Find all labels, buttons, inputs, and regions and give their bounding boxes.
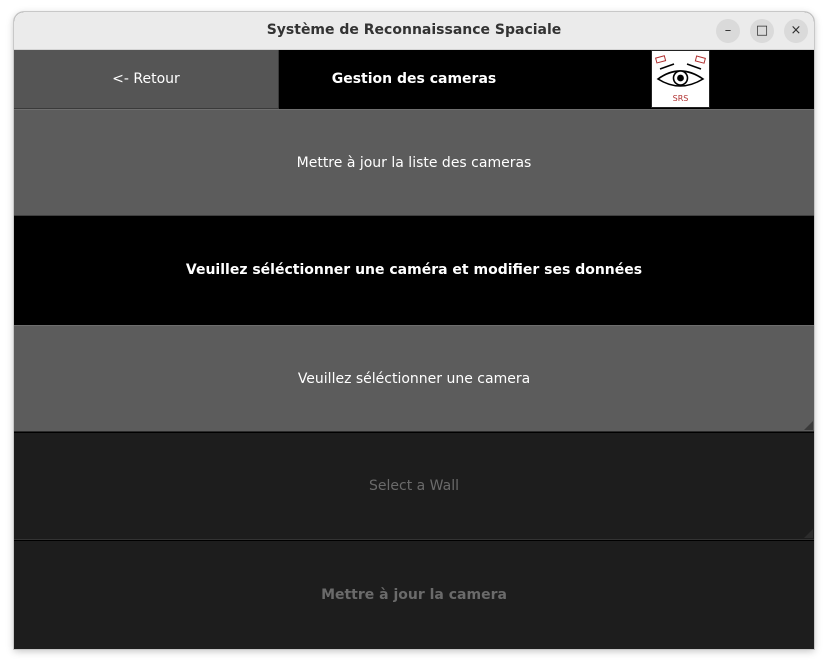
main-content: <- Retour Gestion des cameras SRS Mettre…: [14, 50, 814, 649]
update-camera-button[interactable]: Mettre à jour la camera: [14, 541, 814, 649]
minimize-button[interactable]: –: [716, 19, 740, 43]
window-title: Système de Reconnaissance Spaciale: [266, 22, 562, 38]
maximize-button[interactable]: □: [750, 19, 774, 43]
back-button[interactable]: <- Retour: [14, 50, 279, 109]
page-title: Gestion des cameras: [331, 71, 497, 87]
eye-logo-icon: SRS: [655, 55, 706, 103]
app-window: Système de Reconnaissance Spaciale – □ ×…: [14, 12, 814, 649]
instruction-label: Veuillez séléctionner une caméra et modi…: [14, 217, 814, 324]
close-button[interactable]: ×: [784, 19, 808, 43]
srs-logo: SRS: [651, 50, 710, 108]
dropdown-indicator-icon: [804, 421, 813, 430]
wall-select[interactable]: Select a Wall: [14, 433, 814, 540]
refresh-cameras-button[interactable]: Mettre à jour la liste des cameras: [14, 109, 814, 216]
camera-select-value: Veuillez séléctionner une camera: [297, 371, 531, 387]
dropdown-indicator-icon: [804, 529, 813, 538]
camera-select[interactable]: Veuillez séléctionner une camera: [14, 325, 814, 432]
title-bar: Système de Reconnaissance Spaciale – □ ×: [14, 12, 814, 50]
logo-text: SRS: [673, 94, 689, 103]
wall-select-value: Select a Wall: [369, 478, 459, 494]
